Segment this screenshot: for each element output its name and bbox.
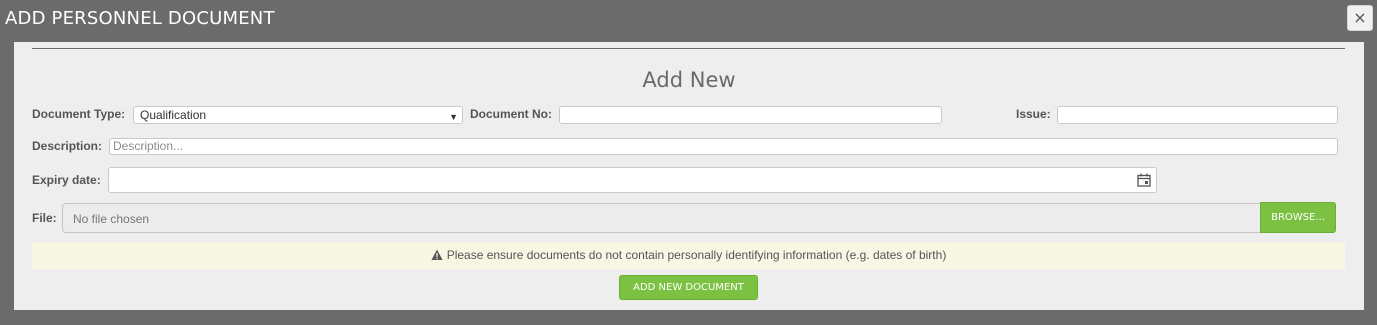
warning-banner: Please ensure documents do not contain p… [32, 242, 1345, 269]
file-status: No file chosen [73, 212, 150, 226]
form-heading: Add New [642, 68, 736, 92]
document-no-field[interactable] [559, 106, 942, 124]
expiry-date-field[interactable] [108, 167, 1133, 193]
document-no-label: Document No: [470, 107, 552, 121]
browse-button[interactable]: BROWSE... [1260, 202, 1336, 233]
calendar-button[interactable] [1132, 167, 1157, 193]
description-field[interactable]: Description... [109, 138, 1338, 155]
modal-title: ADD PERSONNEL DOCUMENT [5, 8, 275, 29]
issue-label: Issue: [1016, 107, 1051, 121]
calendar-icon [1137, 173, 1151, 187]
form-panel: Add New Document Type: Qualification ▼ D… [14, 42, 1364, 310]
close-button[interactable]: × [1347, 5, 1373, 31]
file-label: File: [32, 211, 57, 225]
warning-icon [431, 249, 443, 260]
expiry-date-label: Expiry date: [32, 173, 101, 187]
divider [32, 48, 1345, 49]
document-type-label: Document Type: [32, 107, 126, 121]
chevron-down-icon: ▼ [449, 112, 458, 122]
warning-text: Please ensure documents do not contain p… [446, 248, 947, 262]
document-type-select[interactable]: Qualification ▼ [133, 106, 463, 124]
issue-field[interactable] [1057, 106, 1338, 124]
document-type-value: Qualification [140, 108, 207, 122]
description-label: Description: [32, 139, 103, 153]
file-input[interactable]: No file chosen [62, 203, 1336, 233]
add-new-document-button[interactable]: ADD NEW DOCUMENT [619, 275, 758, 300]
